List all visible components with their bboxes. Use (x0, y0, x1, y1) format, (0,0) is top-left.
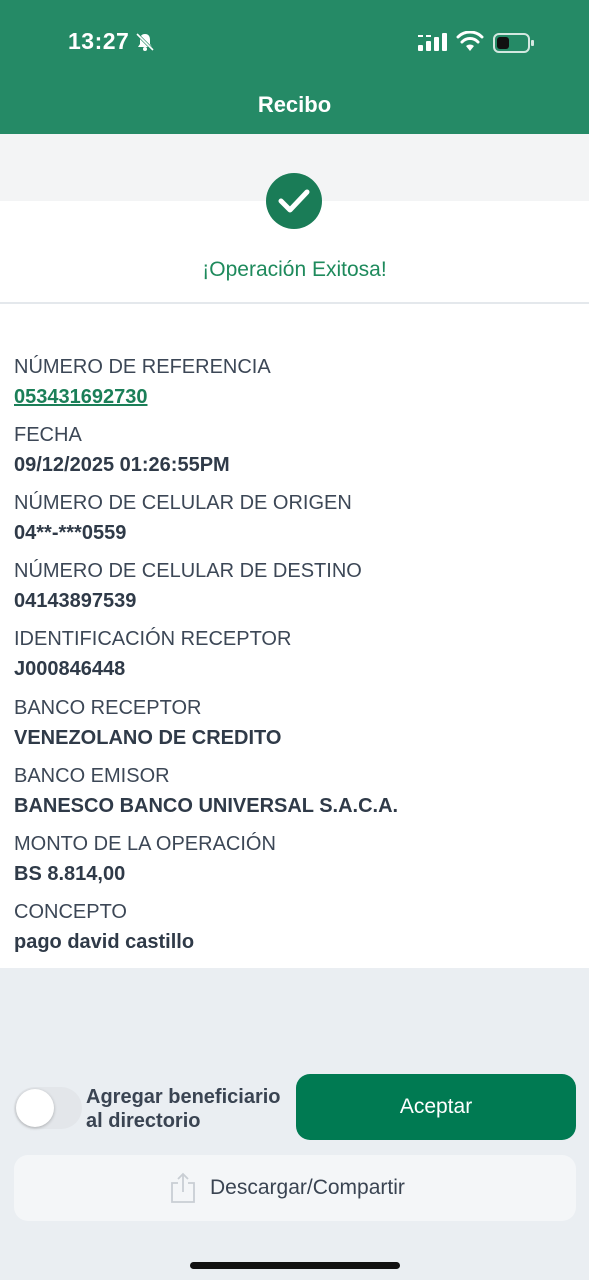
accept-button[interactable]: Aceptar (296, 1074, 576, 1140)
destination-phone-value: 04143897539 (14, 590, 137, 612)
page-title: Recibo (257, 92, 332, 117)
date-value: 09/12/2025 01:26:55PM (14, 454, 230, 476)
add-beneficiary-toggle[interactable] (14, 1087, 82, 1129)
receiver-id-value: J000846448 (14, 658, 126, 680)
signal-icon (418, 33, 448, 56)
receiver-id-label: IDENTIFICACIÓN RECEPTOR (14, 628, 292, 650)
home-indicator (190, 1262, 400, 1269)
receiver-bank-label: BANCO RECEPTOR (14, 697, 202, 719)
sender-bank-value: BANESCO BANCO UNIVERSAL S.A.C.A. (14, 795, 399, 817)
sender-bank-label: BANCO EMISOR (14, 765, 170, 787)
add-beneficiary-label-line1: Agregar beneficiario (86, 1086, 281, 1108)
reference-value[interactable]: 053431692730 (14, 386, 147, 409)
concept-label: CONCEPTO (14, 901, 127, 923)
success-message: ¡Operación Exitosa! (202, 258, 387, 281)
battery-icon (493, 33, 535, 58)
add-beneficiary-label-line2: al directorio (86, 1110, 201, 1132)
bell-off-icon (134, 31, 156, 58)
reference-label: NÚMERO DE REFERENCIA (14, 356, 271, 378)
download-share-button[interactable]: Descargar/Compartir (14, 1155, 576, 1221)
destination-phone-label: NÚMERO DE CELULAR DE DESTINO (14, 560, 362, 582)
add-beneficiary-label: Agregar beneficiario al directorio (86, 1085, 296, 1133)
amount-label: MONTO DE LA OPERACIÓN (14, 833, 276, 855)
share-icon (169, 1172, 197, 1210)
app-header: 13:27 Recibo (0, 0, 589, 134)
check-circle-icon (266, 173, 322, 229)
amount-value: BS 8.814,00 (14, 863, 126, 885)
status-time: 13:27 (68, 28, 130, 54)
wifi-icon (456, 30, 484, 58)
download-share-label: Descargar/Compartir (210, 1176, 405, 1199)
toggle-knob (16, 1089, 54, 1127)
date-label: FECHA (14, 424, 82, 446)
origin-phone-label: NÚMERO DE CELULAR DE ORIGEN (14, 492, 352, 514)
receiver-bank-value: VENEZOLANO DE CREDITO (14, 727, 282, 749)
origin-phone-value: 04**-***0559 (14, 522, 127, 544)
concept-value: pago david castillo (14, 931, 195, 953)
